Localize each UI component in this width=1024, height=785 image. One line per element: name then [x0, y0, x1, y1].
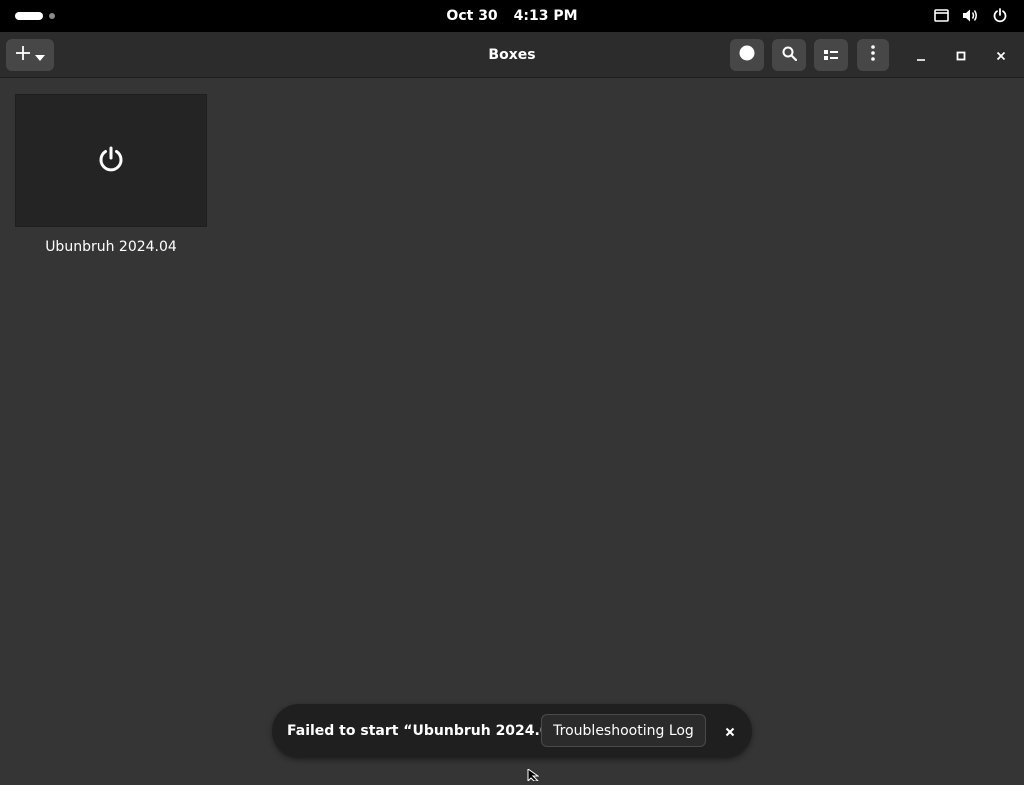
system-tray[interactable]	[933, 7, 1008, 24]
view-mode-button[interactable]	[814, 39, 848, 71]
boxes-collection: Ubunbruh 2024.04	[0, 78, 1024, 778]
power-icon	[97, 145, 125, 177]
plus-icon	[15, 45, 31, 65]
selection-mode-button[interactable]	[730, 39, 764, 71]
clock-date[interactable]: Oct 30	[446, 8, 497, 24]
activities-button[interactable]	[15, 12, 55, 20]
main-menu-button[interactable]	[857, 39, 889, 71]
chevron-down-icon	[35, 46, 45, 65]
screen-icon[interactable]	[933, 7, 950, 24]
search-button[interactable]	[772, 39, 806, 71]
main-menu-icon	[871, 45, 875, 65]
workspace-indicator-active	[15, 12, 43, 20]
view-mode-icon	[824, 46, 838, 65]
window-title: Boxes	[488, 47, 536, 63]
minimize-icon	[916, 46, 926, 65]
box-name: Ubunbruh 2024.04	[45, 239, 177, 255]
mouse-cursor-icon	[527, 766, 540, 785]
power-icon[interactable]	[991, 7, 1008, 24]
header-bar: Boxes	[0, 32, 1024, 78]
toast-close-button[interactable]	[718, 719, 742, 743]
clock-time[interactable]: 4:13 PM	[514, 8, 578, 24]
search-icon	[782, 46, 797, 65]
workspace-indicator	[49, 13, 55, 19]
volume-icon[interactable]	[962, 7, 979, 24]
clock[interactable]: Oct 30 4:13 PM	[0, 0, 1024, 32]
box-item[interactable]: Ubunbruh 2024.04	[15, 94, 207, 255]
troubleshooting-log-button[interactable]: Troubleshooting Log	[541, 714, 706, 747]
close-icon	[996, 46, 1006, 65]
minimize-button[interactable]	[909, 43, 933, 67]
selection-mode-icon	[739, 45, 755, 65]
error-toast: Failed to start “Ubunbruh 2024.04” Troub…	[272, 704, 752, 758]
new-box-button[interactable]	[6, 39, 54, 71]
toast-message: Failed to start “Ubunbruh 2024.04”	[287, 723, 569, 739]
maximize-icon	[956, 46, 966, 65]
close-icon	[725, 722, 735, 741]
close-window-button[interactable]	[989, 43, 1013, 67]
maximize-button[interactable]	[949, 43, 973, 67]
top-bar: Oct 30 4:13 PM	[0, 0, 1024, 32]
box-thumbnail[interactable]	[15, 94, 207, 227]
